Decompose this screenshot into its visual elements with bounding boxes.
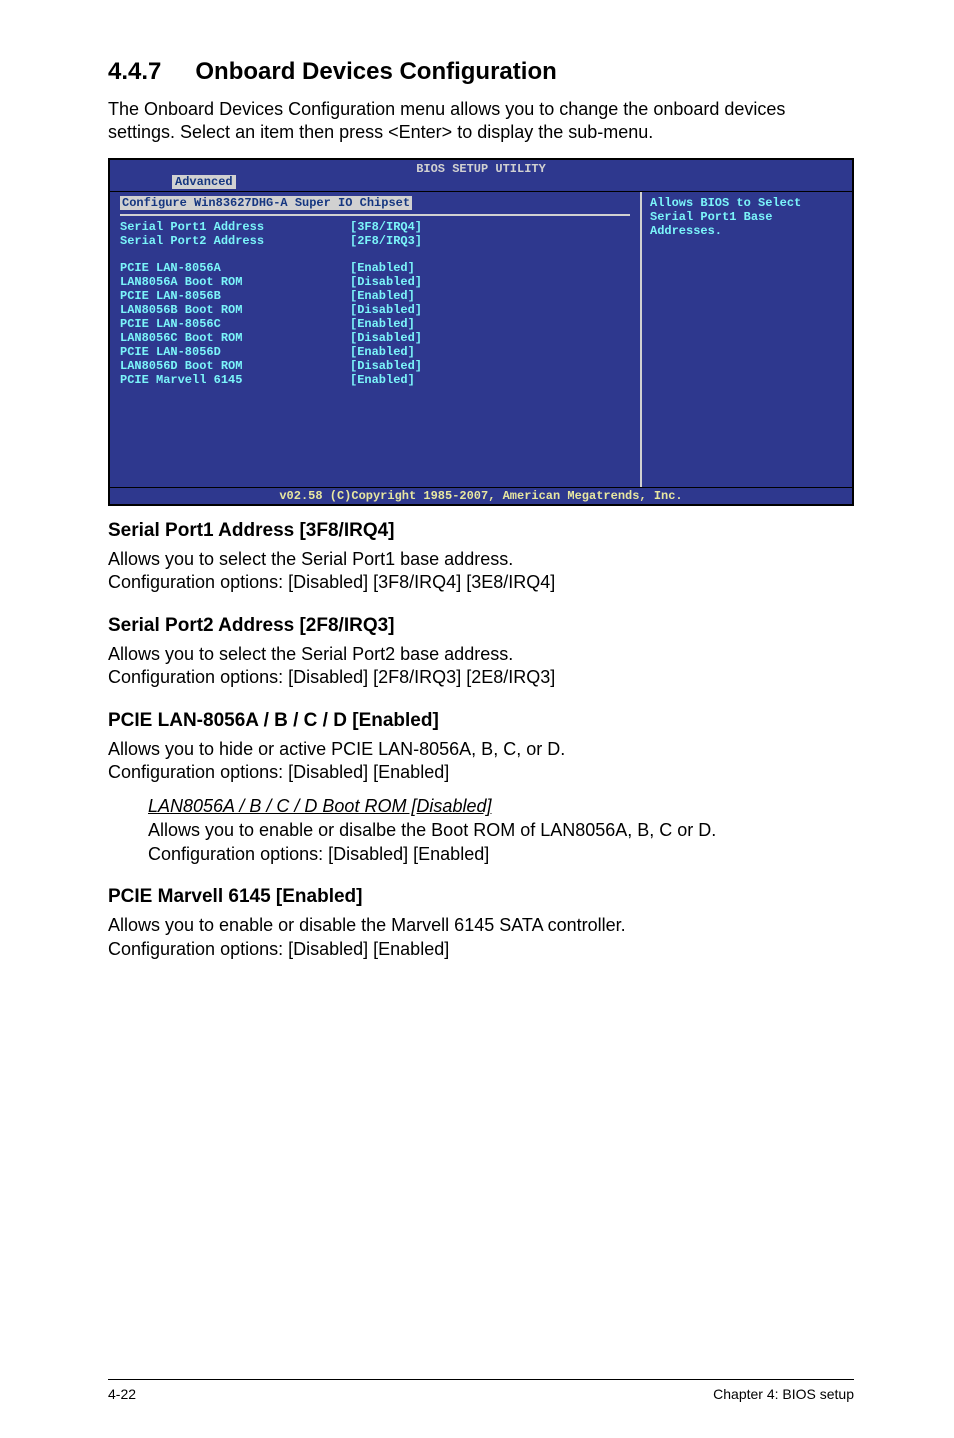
bios-row: LAN8056A Boot ROM [Disabled] [120,275,630,289]
subsection-desc: Allows you to select the Serial Port2 ba… [108,643,854,690]
subsection-desc: Allows you to enable or disable the Marv… [108,914,854,961]
bios-value: [Disabled] [350,331,422,345]
subsection-heading: Serial Port1 Address [3F8/IRQ4] [108,520,854,542]
bios-row: LAN8056D Boot ROM [Disabled] [120,359,630,373]
bios-header: BIOS SETUP UTILITY Advanced [110,160,852,191]
bios-row: Serial Port1 Address [3F8/IRQ4] [120,220,630,234]
bios-row: PCIE LAN-8056D [Enabled] [120,345,630,359]
bios-label: LAN8056D Boot ROM [120,359,350,373]
bios-value: [Disabled] [350,275,422,289]
bios-value: [Enabled] [350,289,415,303]
bios-row: PCIE LAN-8056C [Enabled] [120,317,630,331]
bios-value: [2F8/IRQ3] [350,234,422,248]
bios-right-pane: Allows BIOS to Select Serial Port1 Base … [642,192,852,487]
bios-value: [3F8/IRQ4] [350,220,422,234]
bios-row: PCIE LAN-8056A [Enabled] [120,261,630,275]
bios-label: Serial Port2 Address [120,234,350,248]
indent-title: LAN8056A / B / C / D Boot ROM [Disabled] [148,796,854,817]
bios-value: [Disabled] [350,359,422,373]
page-number: 4-22 [108,1386,136,1402]
subsection-heading: PCIE LAN-8056A / B / C / D [Enabled] [108,710,854,732]
bios-label: PCIE LAN-8056A [120,261,350,275]
bios-label: PCIE Marvell 6145 [120,373,350,387]
bios-label: PCIE LAN-8056C [120,317,350,331]
bios-value: [Enabled] [350,373,415,387]
bios-label: Serial Port1 Address [120,220,350,234]
bios-divider [120,214,630,216]
bios-tab-advanced: Advanced [172,175,236,189]
subsection-desc: Allows you to hide or active PCIE LAN-80… [108,738,854,785]
bios-value: [Enabled] [350,261,415,275]
bios-config-header: Configure Win83627DHG-A Super IO Chipset [120,196,412,210]
section-heading-text: Onboard Devices Configuration [195,58,556,85]
bios-value: [Enabled] [350,317,415,331]
bios-label: PCIE LAN-8056D [120,345,350,359]
section-title: 4.4.7 Onboard Devices Configuration [108,58,854,86]
bios-row: PCIE LAN-8056B [Enabled] [120,289,630,303]
subsection-heading: PCIE Marvell 6145 [Enabled] [108,886,854,908]
bios-help-text: Allows BIOS to Select Serial Port1 Base … [650,196,844,238]
bios-value: [Enabled] [350,345,415,359]
bios-row: LAN8056C Boot ROM [Disabled] [120,331,630,345]
bios-row: PCIE Marvell 6145 [Enabled] [120,373,630,387]
chapter-label: Chapter 4: BIOS setup [713,1386,854,1402]
subsection-desc: Allows you to select the Serial Port1 ba… [108,548,854,595]
bios-label: LAN8056B Boot ROM [120,303,350,317]
section-number: 4.4.7 [108,58,161,86]
footer-divider [108,1379,854,1380]
bios-label: LAN8056A Boot ROM [120,275,350,289]
indent-desc: Allows you to enable or disalbe the Boot… [148,819,854,866]
subsection-heading: Serial Port2 Address [2F8/IRQ3] [108,615,854,637]
bios-label: LAN8056C Boot ROM [120,331,350,345]
bios-title: BIOS SETUP UTILITY [416,162,546,176]
indent-block: LAN8056A / B / C / D Boot ROM [Disabled]… [148,796,854,866]
bios-left-pane: Configure Win83627DHG-A Super IO Chipset… [110,192,642,487]
bios-row: LAN8056B Boot ROM [Disabled] [120,303,630,317]
bios-label: PCIE LAN-8056B [120,289,350,303]
bios-row: Serial Port2 Address [2F8/IRQ3] [120,234,630,248]
intro-paragraph: The Onboard Devices Configuration menu a… [108,98,854,144]
bios-footer: v02.58 (C)Copyright 1985-2007, American … [110,487,852,504]
bios-value: [Disabled] [350,303,422,317]
bios-screenshot: BIOS SETUP UTILITY Advanced Configure Wi… [108,158,854,506]
page-footer: 4-22 Chapter 4: BIOS setup [0,1379,954,1402]
